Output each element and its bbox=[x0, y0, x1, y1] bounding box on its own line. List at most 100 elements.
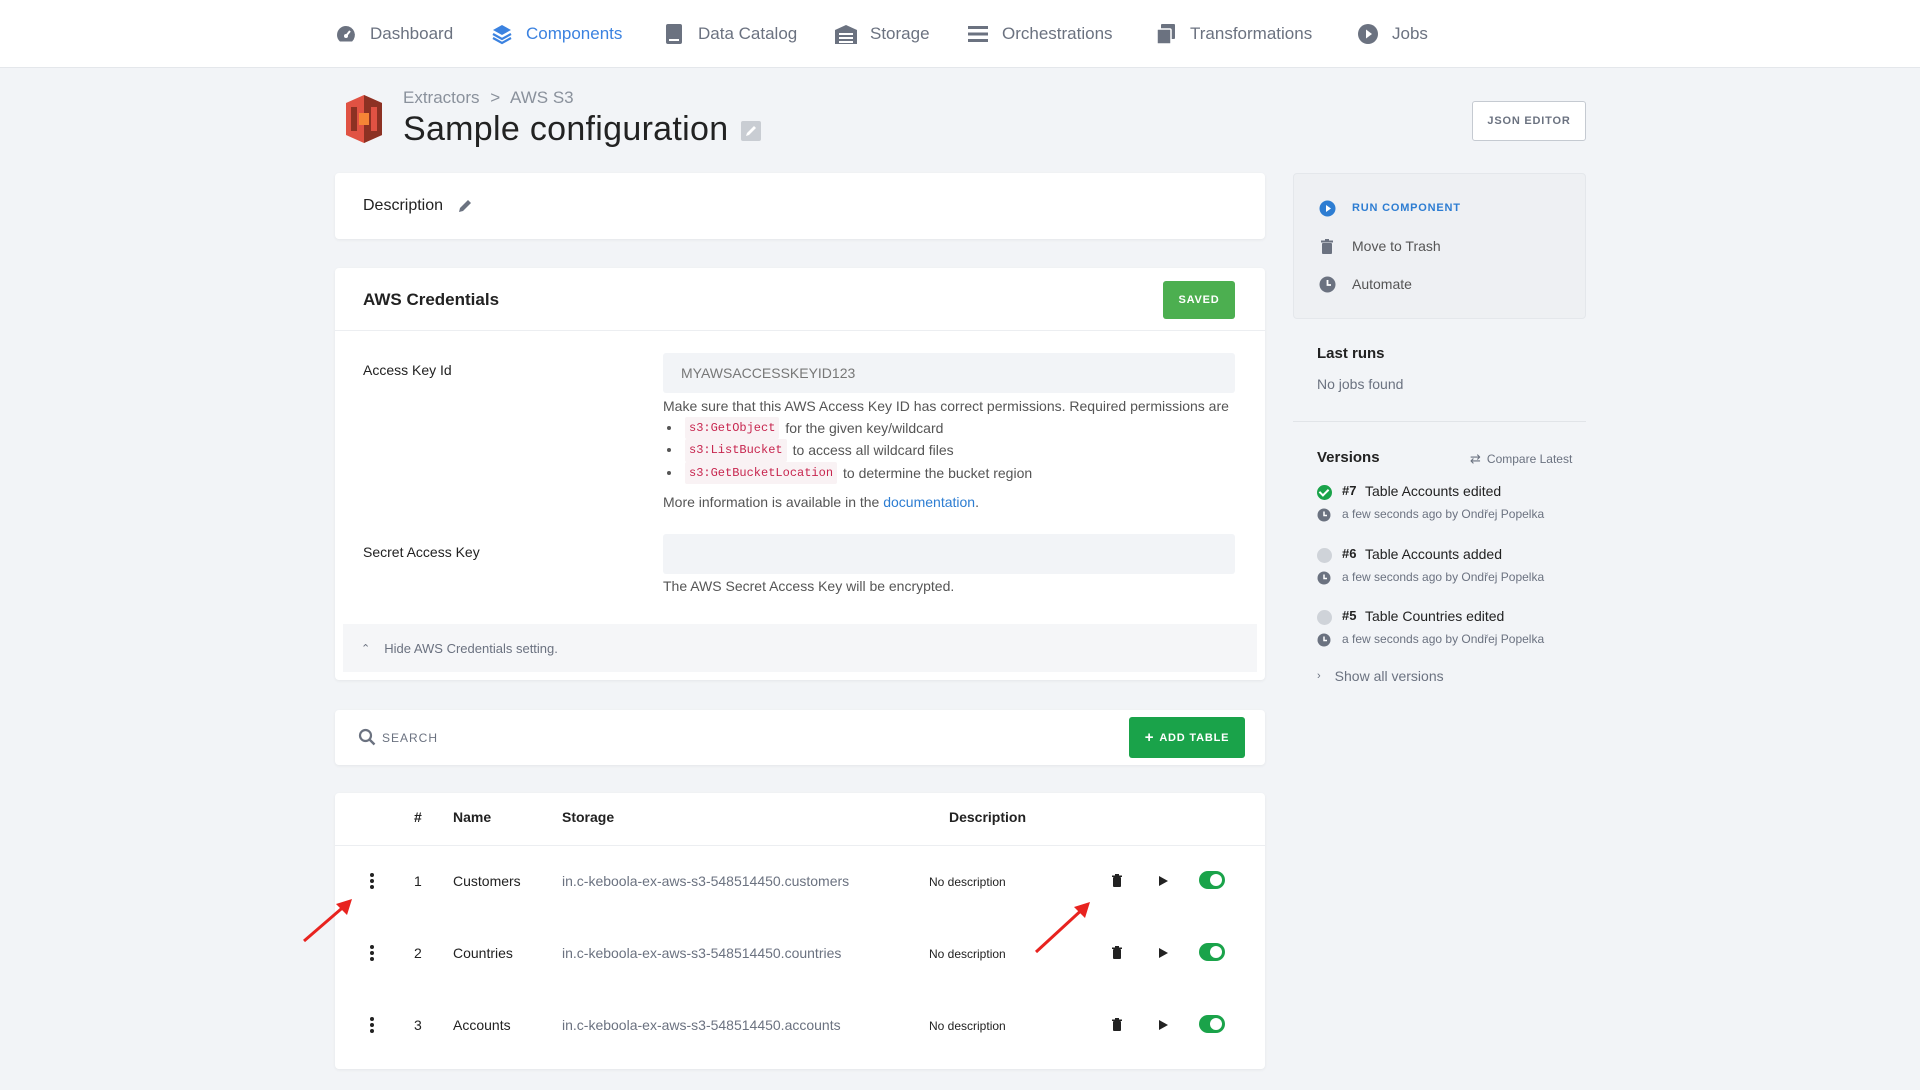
permission-item: s3:ListBucket to access all wildcard file… bbox=[667, 439, 1229, 462]
add-table-button[interactable]: + ADD TABLE bbox=[1129, 717, 1245, 758]
version-item[interactable]: #6 Table Accounts added a few seconds ag… bbox=[1317, 544, 1587, 594]
access-key-input[interactable] bbox=[663, 353, 1235, 393]
run-component-label: RUN COMPONENT bbox=[1352, 202, 1461, 214]
check-circle-icon bbox=[1317, 485, 1332, 500]
row-storage[interactable]: in.c-keboola-ex-aws-s3-548514450.custome… bbox=[562, 873, 849, 889]
nav-item-jobs[interactable]: Jobs bbox=[1356, 0, 1428, 68]
pencil-icon[interactable] bbox=[457, 198, 473, 214]
permission-item: s3:GetBucketLocation to determine the buc… bbox=[667, 461, 1229, 484]
enable-toggle[interactable] bbox=[1199, 1015, 1225, 1033]
row-number: 2 bbox=[414, 945, 422, 961]
row-description: No description bbox=[929, 875, 1006, 889]
more-actions-icon[interactable] bbox=[369, 1017, 375, 1033]
permission-text: for the given key/wildcard bbox=[785, 419, 944, 436]
saved-button[interactable]: SAVED bbox=[1163, 281, 1235, 319]
run-icon[interactable] bbox=[1155, 873, 1171, 889]
trash-icon[interactable] bbox=[1109, 945, 1125, 961]
nav-item-dashboard[interactable]: Dashboard bbox=[334, 0, 453, 68]
row-name: Customers bbox=[453, 873, 521, 889]
access-key-help: Make sure that this AWS Access Key ID ha… bbox=[663, 396, 1229, 513]
breadcrumb-aws-s3[interactable]: AWS S3 bbox=[510, 88, 574, 107]
run-component-button[interactable]: RUN COMPONENT bbox=[1318, 199, 1461, 217]
nav-label: Dashboard bbox=[370, 24, 454, 43]
table-row[interactable]: 2 Countries in.c-keboola-ex-aws-s3-54851… bbox=[335, 918, 1265, 990]
json-editor-button[interactable]: JSON EDITOR bbox=[1472, 101, 1586, 141]
search-input[interactable] bbox=[382, 724, 882, 752]
enable-toggle[interactable] bbox=[1199, 871, 1225, 889]
page-title: Sample configuration bbox=[403, 110, 729, 148]
chevron-up-icon: ⌃ bbox=[361, 642, 371, 655]
run-icon[interactable] bbox=[1155, 1017, 1171, 1033]
clock-icon bbox=[1318, 275, 1336, 293]
warehouse-icon bbox=[834, 22, 858, 46]
more-actions-icon[interactable] bbox=[369, 873, 375, 889]
version-item[interactable]: #5 Table Countries edited a few seconds … bbox=[1317, 606, 1587, 656]
last-runs-empty: No jobs found bbox=[1317, 376, 1404, 392]
secret-key-help: The AWS Secret Access Key will be encryp… bbox=[663, 578, 955, 594]
row-storage[interactable]: in.c-keboola-ex-aws-s3-548514450.account… bbox=[562, 1017, 841, 1033]
column-header-storage: Storage bbox=[562, 809, 615, 825]
nav-label: Components bbox=[526, 24, 623, 43]
nav-item-components[interactable]: Components bbox=[490, 0, 622, 68]
table-row[interactable]: 1 Customers in.c-keboola-ex-aws-s3-54851… bbox=[335, 846, 1265, 918]
book-icon bbox=[662, 22, 686, 46]
breadcrumb-extractors[interactable]: Extractors bbox=[403, 88, 480, 107]
documentation-link[interactable]: documentation bbox=[883, 494, 975, 510]
automate-button[interactable]: Automate bbox=[1318, 275, 1412, 293]
hide-credentials-toggle[interactable]: ⌃ Hide AWS Credentials setting. bbox=[343, 624, 1257, 672]
column-header-number: # bbox=[414, 809, 422, 825]
divider bbox=[335, 330, 1265, 331]
search-icon bbox=[358, 728, 376, 746]
trash-icon bbox=[1318, 237, 1336, 255]
version-number: #5 bbox=[1342, 608, 1357, 623]
secret-key-input[interactable] bbox=[663, 534, 1235, 574]
version-item[interactable]: #7 Table Accounts edited a few seconds a… bbox=[1317, 481, 1587, 531]
column-header-description: Description bbox=[949, 809, 1027, 825]
show-all-versions-link[interactable]: › Show all versions bbox=[1317, 668, 1444, 684]
nav-item-data-catalog[interactable]: Data Catalog bbox=[662, 0, 797, 68]
move-to-trash-label: Move to Trash bbox=[1352, 238, 1441, 254]
breadcrumb-separator: > bbox=[490, 88, 501, 107]
row-name: Countries bbox=[453, 945, 513, 961]
version-meta: a few seconds ago by Ondřej Popelka bbox=[1342, 632, 1545, 646]
more-info-suffix: . bbox=[975, 494, 979, 510]
nav-label: Storage bbox=[870, 24, 930, 43]
description-label: Description bbox=[363, 197, 444, 214]
credentials-title: AWS Credentials bbox=[363, 290, 500, 309]
row-storage[interactable]: in.c-keboola-ex-aws-s3-548514450.countri… bbox=[562, 945, 841, 961]
clock-icon bbox=[1317, 633, 1331, 647]
permission-text: to determine the bucket region bbox=[843, 464, 1033, 481]
swap-icon: ⇄ bbox=[1470, 451, 1481, 466]
help-intro: Make sure that this AWS Access Key ID ha… bbox=[663, 398, 1229, 414]
run-icon[interactable] bbox=[1155, 945, 1171, 961]
version-meta: a few seconds ago by Ondřej Popelka bbox=[1342, 507, 1545, 521]
more-actions-icon[interactable] bbox=[369, 945, 375, 961]
move-to-trash-button[interactable]: Move to Trash bbox=[1318, 237, 1441, 255]
divider bbox=[1293, 421, 1586, 422]
nav-item-orchestrations[interactable]: Orchestrations bbox=[966, 0, 1113, 68]
row-number: 3 bbox=[414, 1017, 422, 1033]
tables-card: # Name Storage Description 1 Customers i… bbox=[335, 793, 1265, 1069]
edit-title-icon[interactable] bbox=[741, 121, 761, 141]
permission-code: s3:ListBucket bbox=[685, 439, 787, 462]
version-number: #6 bbox=[1342, 546, 1357, 561]
play-circle-icon bbox=[1356, 22, 1380, 46]
nav-label: Transformations bbox=[1190, 24, 1313, 43]
permission-text: to access all wildcard files bbox=[792, 442, 954, 458]
table-row[interactable]: 3 Accounts in.c-keboola-ex-aws-s3-548514… bbox=[335, 990, 1265, 1062]
show-all-versions-label: Show all versions bbox=[1334, 668, 1444, 684]
chevron-right-icon: › bbox=[1317, 670, 1321, 682]
trash-icon[interactable] bbox=[1109, 1017, 1125, 1033]
compare-latest-label: Compare Latest bbox=[1486, 452, 1573, 466]
row-number: 1 bbox=[414, 873, 422, 889]
trash-icon[interactable] bbox=[1109, 873, 1125, 889]
nav-item-storage[interactable]: Storage bbox=[834, 0, 930, 68]
dashboard-icon bbox=[334, 22, 358, 46]
version-description: Table Accounts edited bbox=[1365, 483, 1502, 499]
compare-latest-link[interactable]: ⇄ Compare Latest bbox=[1470, 451, 1572, 467]
play-circle-icon bbox=[1318, 199, 1336, 217]
secret-key-label: Secret Access Key bbox=[363, 544, 480, 560]
nav-item-transformations[interactable]: Transformations bbox=[1154, 0, 1312, 68]
aws-credentials-card: AWS Credentials SAVED Access Key Id Make… bbox=[335, 268, 1265, 680]
enable-toggle[interactable] bbox=[1199, 943, 1225, 961]
